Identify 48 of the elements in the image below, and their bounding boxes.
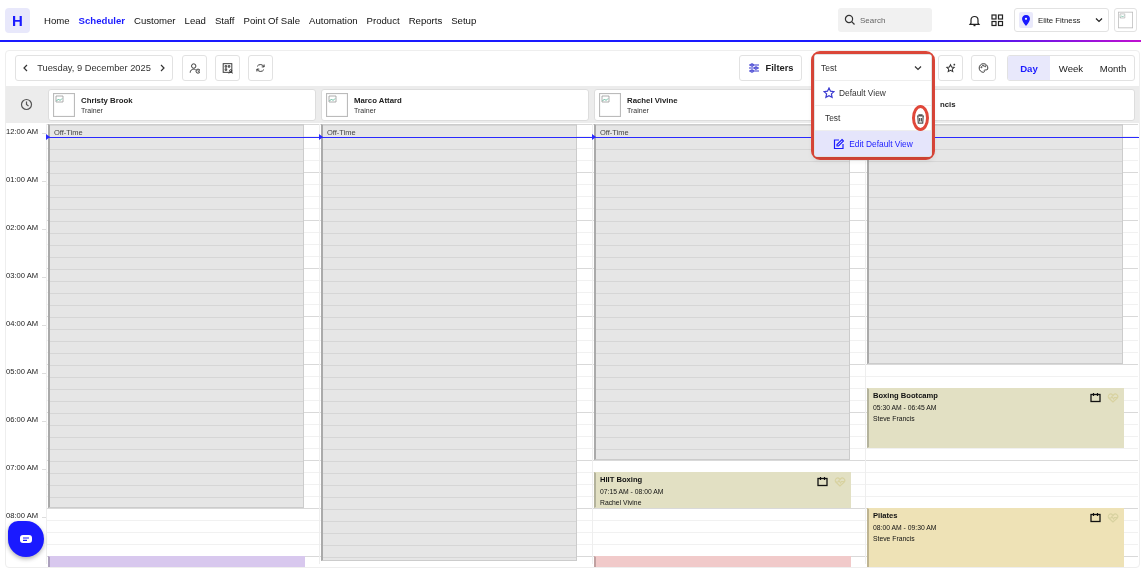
staff-schedule-button[interactable] <box>182 55 207 81</box>
theme-button[interactable] <box>971 55 996 81</box>
person-clock-icon <box>189 61 200 75</box>
palette-icon <box>978 61 989 75</box>
nav-link[interactable]: Staff <box>214 14 235 26</box>
favorite-button[interactable] <box>938 55 963 81</box>
nav-link[interactable]: Automation <box>309 14 358 26</box>
edit-default-view-button[interactable]: Edit Default View <box>815 131 931 156</box>
refresh-icon <box>255 61 266 75</box>
clock-icon <box>19 98 33 111</box>
calendar-icon <box>817 476 828 487</box>
heart-pulse-icon <box>834 476 846 487</box>
view-tab[interactable]: Day <box>1008 56 1050 80</box>
nav-link[interactable]: Scheduler <box>78 14 125 26</box>
room-view-button[interactable] <box>215 55 240 81</box>
chat-icon <box>19 534 33 544</box>
star-icon <box>823 87 835 99</box>
location-pin-icon <box>1020 14 1032 26</box>
nav-link[interactable]: Lead <box>184 14 206 26</box>
avatar-image-icon <box>326 92 348 117</box>
bell-icon[interactable] <box>968 13 981 27</box>
calendar-icon <box>1090 392 1101 403</box>
heart-pulse-icon <box>1107 392 1119 403</box>
apps-grid-icon[interactable] <box>991 13 1004 27</box>
date-label[interactable]: Tuesday, 9 December 2025 <box>37 63 151 73</box>
nav-link[interactable]: Product <box>366 14 400 26</box>
filters-button[interactable]: Filters <box>739 55 802 81</box>
view-select[interactable]: Test <box>815 55 931 81</box>
nav-link[interactable]: Customer <box>134 14 176 26</box>
view-tab[interactable]: Week <box>1050 56 1092 80</box>
refresh-button[interactable] <box>248 55 273 81</box>
calendar-icon <box>1090 512 1101 523</box>
sparkle-star-icon <box>945 61 956 75</box>
nav-link[interactable]: Point Of Sale <box>243 14 300 26</box>
trash-icon[interactable] <box>915 112 926 124</box>
chevron-down-icon <box>1094 15 1104 25</box>
edit-icon <box>833 138 845 149</box>
nav-link[interactable]: Setup <box>451 14 477 26</box>
sliders-icon <box>747 62 760 74</box>
menu-item[interactable]: Default View <box>815 81 931 106</box>
avatar-image-icon <box>53 92 75 117</box>
board-person-icon <box>222 61 233 75</box>
nav-link[interactable]: Reports <box>408 14 443 26</box>
app-logo[interactable]: H <box>5 7 30 33</box>
search-icon <box>844 14 856 26</box>
view-tab[interactable]: Month <box>1092 56 1134 80</box>
avatar-image-icon <box>599 92 621 117</box>
nav-link[interactable]: Home <box>44 14 70 26</box>
